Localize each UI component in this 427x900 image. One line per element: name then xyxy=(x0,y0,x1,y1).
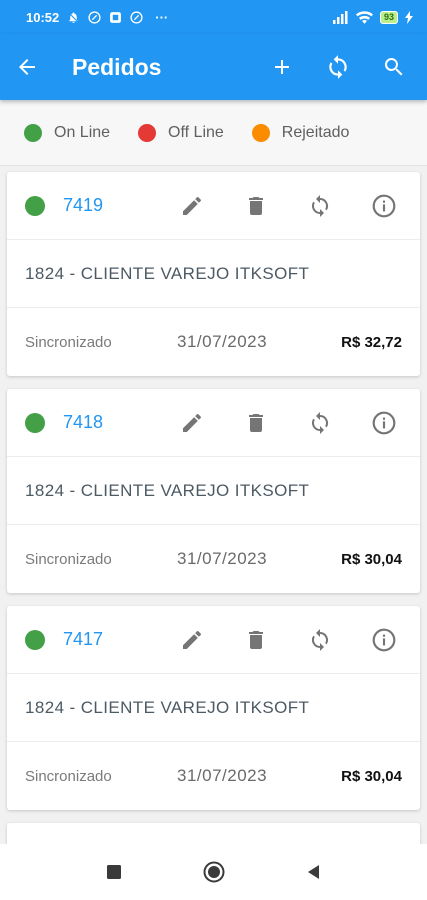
search-button[interactable] xyxy=(379,52,409,82)
legend-item-offline: Off Line xyxy=(138,123,224,142)
order-card[interactable]: 7418 1824 - CLIENTE VAREJO ITKSOFT Sincr… xyxy=(7,389,420,593)
info-icon xyxy=(372,628,396,651)
order-total: R$ 30,04 xyxy=(341,550,402,568)
order-card[interactable]: 7419 1824 - CLIENTE VAREJO ITKSOFT Sincr… xyxy=(7,172,420,376)
notification-off-icon xyxy=(68,11,80,23)
legend-label: On Line xyxy=(54,123,111,141)
order-sync-status: Sincronizado xyxy=(25,333,112,351)
info-button[interactable] xyxy=(368,624,400,656)
pencil-icon xyxy=(183,413,201,432)
info-button[interactable] xyxy=(368,190,400,222)
order-card[interactable]: 7417 1824 - CLIENTE VAREJO ITKSOFT Sincr… xyxy=(7,606,420,810)
plus-icon xyxy=(275,60,289,74)
order-number[interactable]: 7418 xyxy=(63,412,123,433)
edit-button[interactable] xyxy=(176,407,208,439)
sync-icon xyxy=(329,55,347,79)
orders-list: 7419 1824 - CLIENTE VAREJO ITKSOFT Sincr… xyxy=(0,166,427,883)
app-square-icon xyxy=(110,11,122,23)
order-customer: 1824 - CLIENTE VAREJO ITKSOFT xyxy=(7,674,420,742)
delete-button[interactable] xyxy=(240,190,272,222)
legend-label: Off Line xyxy=(168,123,224,141)
order-date: 31/07/2023 xyxy=(177,549,268,568)
rejected-dot-icon xyxy=(251,123,270,142)
order-total: R$ 32,72 xyxy=(341,333,402,351)
online-status-icon xyxy=(25,412,45,433)
sync-icon xyxy=(311,628,329,651)
more-notifications-icon: ··· xyxy=(155,9,169,25)
legend-item-rejected: Rejeitado xyxy=(251,123,350,142)
sync-order-button[interactable] xyxy=(304,624,336,656)
order-date: 31/07/2023 xyxy=(177,766,268,785)
back-button[interactable] xyxy=(12,52,42,82)
order-sync-status: Sincronizado xyxy=(25,550,112,568)
trash-icon xyxy=(249,196,263,215)
order-customer: 1824 - CLIENTE VAREJO ITKSOFT xyxy=(7,457,420,525)
pencil-icon xyxy=(183,196,201,215)
info-icon xyxy=(372,411,396,434)
arrow-left-icon xyxy=(19,59,35,75)
sync-order-button[interactable] xyxy=(304,190,336,222)
status-legend: On Line Off Line Rejeitado xyxy=(0,100,427,166)
trash-icon xyxy=(249,630,263,649)
order-customer: 1824 - CLIENTE VAREJO ITKSOFT xyxy=(7,240,420,308)
delete-button[interactable] xyxy=(240,624,272,656)
search-icon xyxy=(384,58,403,76)
page-title: Pedidos xyxy=(72,53,162,80)
signal-icon xyxy=(332,10,348,24)
sync-all-button[interactable] xyxy=(323,52,353,82)
app-badge-icon xyxy=(88,10,101,24)
delete-button[interactable] xyxy=(240,407,272,439)
back-nav-button[interactable] xyxy=(299,857,329,887)
sync-icon xyxy=(311,411,329,434)
order-number[interactable]: 7419 xyxy=(63,195,123,216)
online-status-icon xyxy=(25,195,45,216)
order-date: 31/07/2023 xyxy=(177,332,268,351)
app-badge-icon-2 xyxy=(130,10,143,24)
wifi-icon xyxy=(355,10,373,24)
status-time: 10:52 xyxy=(26,9,60,25)
legend-item-online: On Line xyxy=(24,123,111,142)
info-button[interactable] xyxy=(368,407,400,439)
charging-icon xyxy=(405,10,413,24)
edit-button[interactable] xyxy=(176,624,208,656)
online-dot-icon xyxy=(24,123,42,142)
pencil-icon xyxy=(183,630,201,649)
battery-indicator: 93 xyxy=(379,10,398,24)
square-icon xyxy=(106,865,121,879)
system-navigation-bar xyxy=(0,844,427,900)
circle-icon xyxy=(203,861,224,883)
info-icon xyxy=(372,194,396,217)
order-total: R$ 30,04 xyxy=(341,767,402,785)
recents-button[interactable] xyxy=(99,857,129,887)
status-bar: 10:52 ··· 93 xyxy=(0,0,427,34)
triangle-back-icon xyxy=(307,865,319,879)
app-bar: Pedidos xyxy=(0,34,427,100)
edit-button[interactable] xyxy=(176,190,208,222)
trash-icon xyxy=(249,413,263,432)
legend-label: Rejeitado xyxy=(281,123,350,141)
home-button[interactable] xyxy=(199,857,229,887)
add-order-button[interactable] xyxy=(267,52,297,82)
online-status-icon xyxy=(25,629,45,650)
sync-icon xyxy=(311,194,329,217)
order-sync-status: Sincronizado xyxy=(25,767,112,785)
sync-order-button[interactable] xyxy=(304,407,336,439)
offline-dot-icon xyxy=(138,123,157,142)
order-number[interactable]: 7417 xyxy=(63,629,123,650)
